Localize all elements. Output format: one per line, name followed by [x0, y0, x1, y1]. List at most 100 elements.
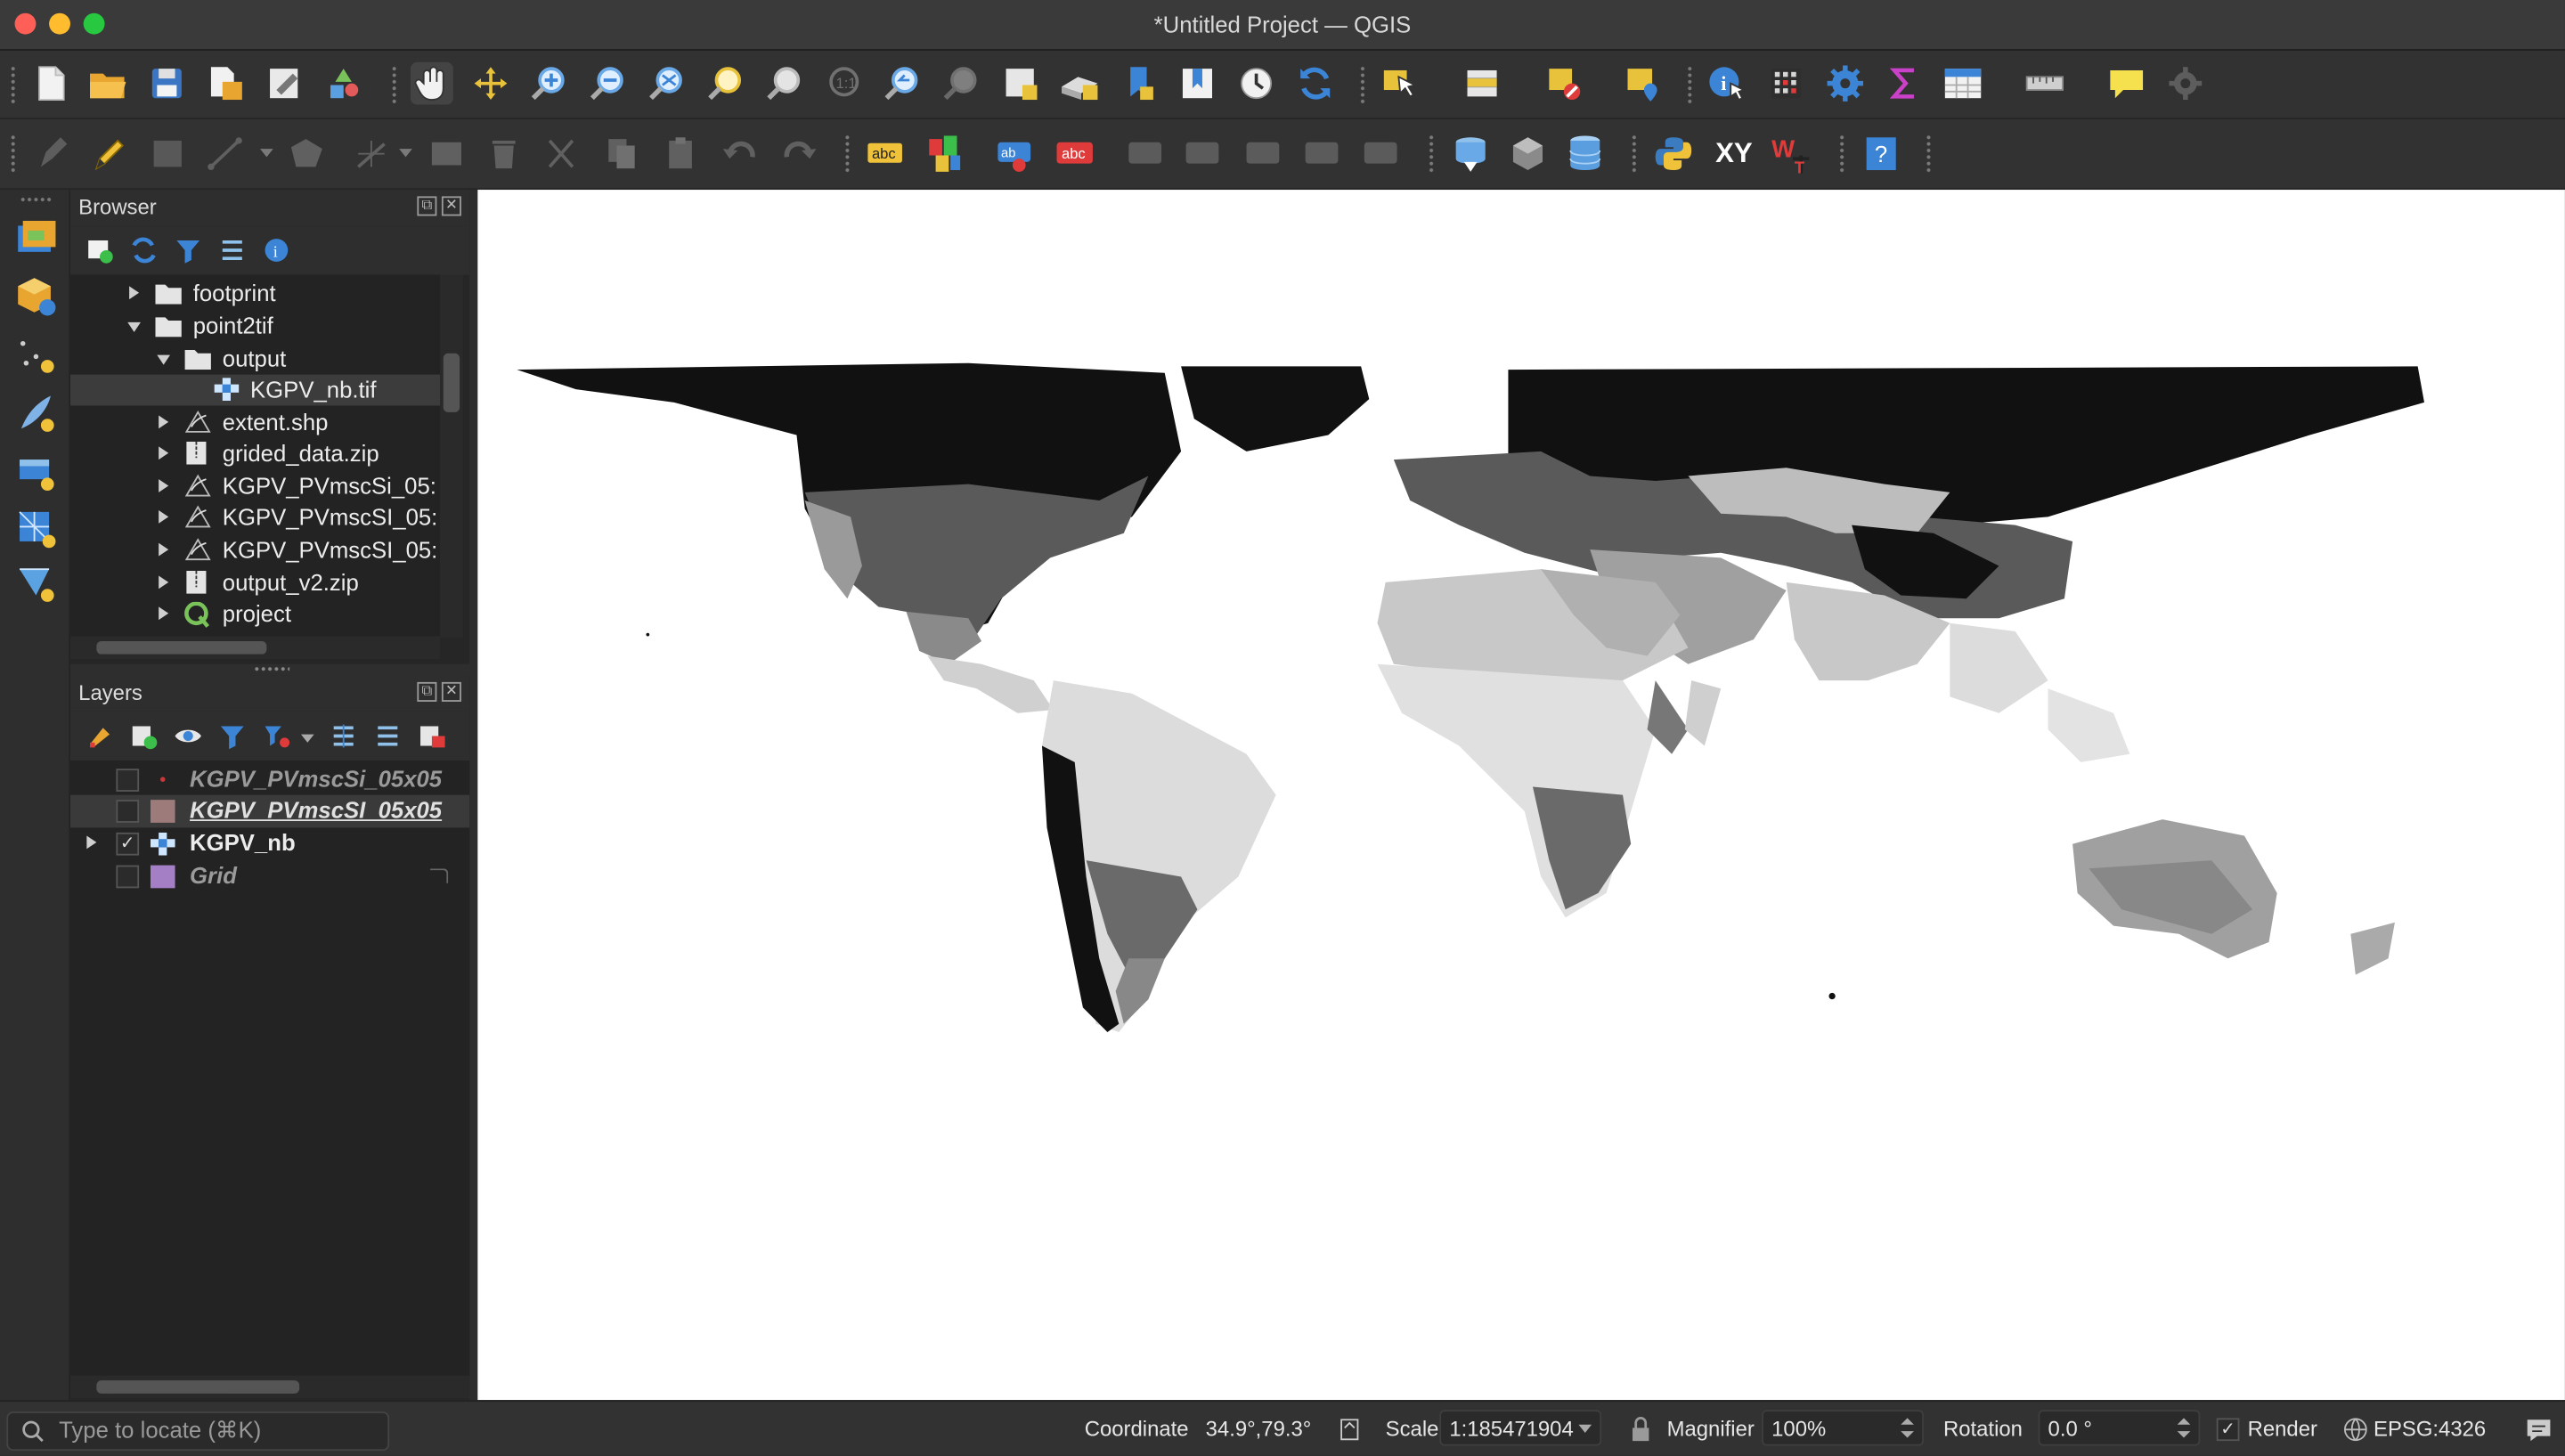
toolbar-grip[interactable]: [843, 134, 851, 174]
statistics-icon[interactable]: [1883, 62, 1926, 105]
copy-features-icon[interactable]: [600, 133, 643, 175]
new-3d-view-icon[interactable]: [1058, 62, 1101, 105]
close-panel-icon[interactable]: ✕: [441, 681, 461, 702]
tree-item-output-v2-zip[interactable]: output_v2.zip: [70, 567, 440, 598]
deselect-icon[interactable]: [1543, 62, 1585, 105]
layer-visibility-checkbox[interactable]: [116, 865, 140, 889]
float-panel-icon[interactable]: ⧉: [417, 196, 437, 216]
label-icon[interactable]: abc: [864, 133, 907, 175]
hide-labels-icon[interactable]: abc: [1054, 133, 1096, 175]
refresh-icon[interactable]: [1294, 62, 1337, 105]
browser-vertical-scrollbar[interactable]: [440, 274, 463, 639]
collapse-arrow-icon[interactable]: [157, 354, 171, 365]
label-properties-icon[interactable]: [1361, 133, 1404, 175]
rotation-spinbox[interactable]: 0.0 °: [2038, 1410, 2201, 1446]
style-layer-icon[interactable]: [86, 721, 115, 751]
help-icon[interactable]: ?: [1860, 133, 1902, 175]
current-edits-icon[interactable]: [33, 133, 76, 175]
tree-item-extent-shp[interactable]: extent.shp: [70, 407, 440, 438]
data-source-manager-icon[interactable]: [15, 216, 58, 258]
pin-labels-icon[interactable]: ab: [995, 133, 1038, 175]
scrollbar-thumb[interactable]: [96, 1380, 300, 1394]
expand-arrow-icon[interactable]: [86, 835, 97, 850]
remove-layer-icon[interactable]: [417, 721, 446, 751]
pan-to-selection-icon[interactable]: [469, 62, 512, 105]
filter-legend-icon[interactable]: [217, 721, 247, 751]
select-location-icon[interactable]: [1621, 62, 1664, 105]
toolbar-grip[interactable]: [390, 65, 398, 105]
vertex-tool-icon[interactable]: [352, 133, 395, 175]
toolbar-grip[interactable]: [10, 134, 17, 174]
filter-icon[interactable]: [174, 235, 203, 264]
add-selected-layers-icon[interactable]: [86, 235, 115, 264]
panel-splitter[interactable]: [253, 665, 290, 672]
expand-arrow-icon[interactable]: [159, 510, 169, 524]
db-manager-icon[interactable]: [1449, 133, 1492, 175]
toolbar-grip[interactable]: [1631, 134, 1638, 174]
toggle-editing-icon[interactable]: [88, 133, 131, 175]
show-labels-icon[interactable]: [1126, 133, 1168, 175]
float-panel-icon[interactable]: ⧉: [417, 681, 437, 702]
measure-icon[interactable]: [2024, 62, 2066, 105]
scale-dropdown-caret[interactable]: [1578, 1424, 1592, 1433]
refresh-icon[interactable]: [129, 235, 159, 264]
layer-item-kgpv-nb[interactable]: ✓ KGPV_nb: [70, 827, 469, 860]
open-table-icon[interactable]: [1942, 62, 1984, 105]
toolbar-grip[interactable]: [1838, 134, 1845, 174]
geopackage-icon[interactable]: [1507, 133, 1550, 175]
pan-icon[interactable]: [411, 61, 453, 105]
spinbox-arrows-icon[interactable]: [2176, 1415, 2192, 1441]
vertex-dropdown-caret[interactable]: [399, 149, 412, 158]
zoom-full-icon[interactable]: [646, 62, 688, 105]
magnifier-spinbox[interactable]: 100%: [1762, 1410, 1924, 1446]
layer-visibility-checkbox[interactable]: [116, 800, 140, 823]
print-layout-icon[interactable]: [264, 62, 306, 105]
collapse-arrow-icon[interactable]: [127, 321, 141, 332]
locator-search[interactable]: Type to locate (⌘K): [6, 1411, 390, 1452]
expand-arrow-icon[interactable]: [159, 479, 169, 492]
paste-features-icon[interactable]: [659, 133, 702, 175]
show-bookmarks-icon[interactable]: [1177, 62, 1219, 105]
scale-combo[interactable]: 1:185471904: [1439, 1410, 1602, 1446]
collapse-all-icon[interactable]: [217, 235, 247, 264]
identify-icon[interactable]: i: [1706, 62, 1749, 105]
spinbox-arrows-icon[interactable]: [1899, 1415, 1915, 1441]
select-by-value-icon[interactable]: [1461, 62, 1503, 105]
toolbar-grip[interactable]: [1428, 134, 1435, 174]
tree-item-project[interactable]: project: [70, 598, 440, 630]
new-temporary-scratch-icon[interactable]: [15, 563, 58, 606]
cut-features-icon[interactable]: [540, 133, 582, 175]
coordinate-field[interactable]: 34.9°,79.3°: [1195, 1410, 1327, 1446]
tree-item-vector[interactable]: KGPV_PVmscSi_05:: [70, 471, 440, 502]
map-tips-icon[interactable]: [2105, 62, 2148, 105]
globe-icon[interactable]: [2342, 1417, 2368, 1443]
toolbar-grip[interactable]: [1359, 65, 1366, 105]
layer-visibility-checkbox[interactable]: ✓: [116, 832, 140, 856]
visibility-icon[interactable]: [174, 721, 203, 751]
spatial-bookmark-icon[interactable]: [1117, 62, 1160, 105]
digitize-icon[interactable]: [206, 133, 248, 175]
browser-horizontal-scrollbar[interactable]: [69, 636, 441, 660]
redo-icon[interactable]: [777, 133, 819, 175]
layer-item-kgpv-pvmscsi-polygons[interactable]: KGPV_PVmscSI_05x05: [69, 794, 470, 828]
toolbar-grip[interactable]: [10, 65, 17, 105]
expand-arrow-icon[interactable]: [159, 415, 169, 429]
lock-scale-icon[interactable]: [1629, 1417, 1652, 1443]
xy-tool-icon[interactable]: XY: [1709, 133, 1758, 175]
tree-item-output[interactable]: output: [70, 344, 440, 375]
messages-icon[interactable]: [2524, 1417, 2553, 1443]
style-manager-icon[interactable]: [322, 62, 365, 105]
settings-icon[interactable]: [1824, 62, 1867, 105]
collapse-all-icon[interactable]: [373, 721, 403, 751]
actions-icon[interactable]: [2164, 62, 2207, 105]
zoom-next-icon[interactable]: [940, 62, 983, 105]
python-console-icon[interactable]: [1652, 133, 1695, 175]
toolbar-grip[interactable]: [1925, 134, 1933, 174]
save-as-icon[interactable]: [205, 62, 248, 105]
select-features-icon[interactable]: [1379, 62, 1421, 105]
open-project-icon[interactable]: [86, 62, 129, 105]
save-edits-icon[interactable]: [147, 133, 190, 175]
tree-item-footprint[interactable]: footprint: [70, 278, 440, 309]
new-shapefile-icon[interactable]: [15, 334, 58, 377]
tree-item-vector[interactable]: KGPV_PVmscSI_05:: [70, 535, 440, 566]
